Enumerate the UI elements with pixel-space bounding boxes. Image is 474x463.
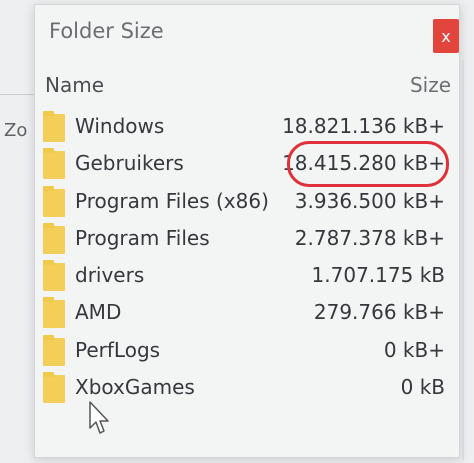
folder-size: 18.821.136 kB+ bbox=[282, 114, 445, 138]
folder-size: 279.766 kB+ bbox=[313, 300, 445, 325]
mouse-cursor-icon bbox=[89, 401, 109, 434]
list-item[interactable]: Program Files 2.787.378 kB+ bbox=[35, 222, 459, 259]
folder-icon bbox=[43, 111, 65, 142]
folder-size: 2.787.378 kB+ bbox=[294, 225, 445, 250]
folder-icon bbox=[43, 297, 65, 329]
folder-size: 1.707.175 kB bbox=[311, 263, 445, 288]
folder-name: Program Files (x86) bbox=[75, 188, 269, 213]
folder-size: 0 kB bbox=[400, 375, 445, 400]
list-item[interactable]: PerfLogs 0 kB+ bbox=[35, 334, 459, 371]
folder-icon bbox=[43, 222, 65, 254]
folder-name: XboxGames bbox=[75, 375, 195, 400]
folder-icon bbox=[43, 334, 65, 366]
red-highlight-circle bbox=[287, 141, 449, 187]
folder-name: Gebruikers bbox=[75, 151, 184, 176]
folder-name: AMD bbox=[75, 300, 122, 325]
folder-name: drivers bbox=[75, 263, 145, 288]
folder-icon bbox=[43, 260, 65, 292]
background-scrollbar-edge bbox=[462, 60, 464, 460]
list-item[interactable]: Program Files (x86) 3.936.500 kB+ bbox=[35, 185, 459, 222]
folder-icon bbox=[43, 148, 65, 180]
folder-size: 0 kB+ bbox=[383, 337, 445, 362]
close-button[interactable]: x bbox=[433, 19, 459, 53]
list-item[interactable]: drivers 1.707.175 kB bbox=[35, 259, 459, 296]
folder-icon bbox=[43, 185, 65, 217]
column-header-name[interactable]: Name bbox=[45, 73, 104, 97]
column-header-size[interactable]: Size bbox=[410, 73, 451, 97]
close-icon: x bbox=[441, 26, 451, 46]
folder-icon bbox=[43, 372, 65, 404]
folder-name: Program Files bbox=[75, 225, 210, 250]
background-partial-label: Zo bbox=[4, 120, 28, 141]
folder-name: Windows bbox=[75, 114, 165, 138]
folder-name: PerfLogs bbox=[75, 337, 161, 362]
folder-size: 3.936.500 kB+ bbox=[294, 188, 445, 213]
panel-title: Folder Size bbox=[49, 19, 164, 43]
list-item[interactable]: AMD 279.766 kB+ bbox=[35, 296, 459, 333]
folder-size-panel: Folder Size x Name Size Windows 18.821.1… bbox=[34, 4, 460, 458]
